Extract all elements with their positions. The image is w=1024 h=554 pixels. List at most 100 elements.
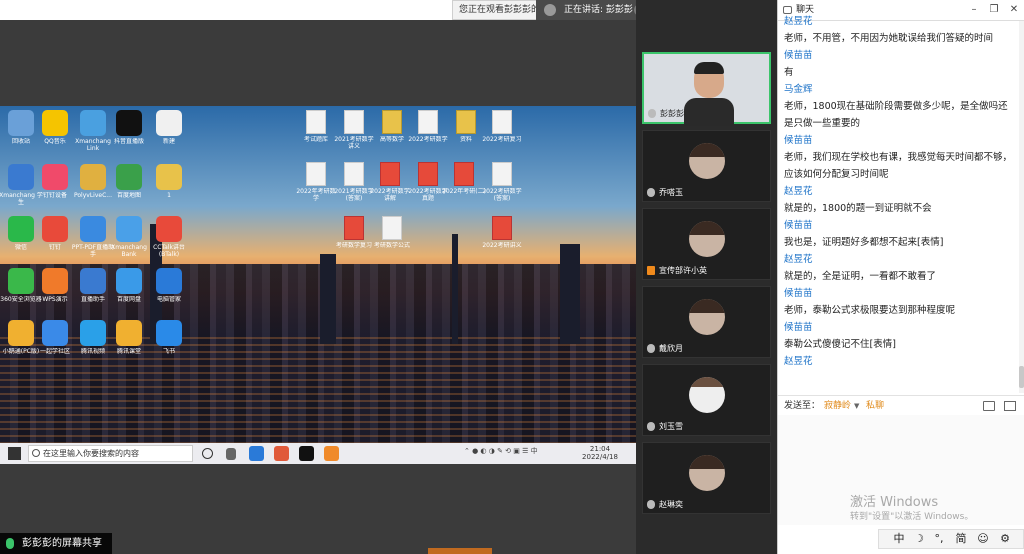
- moon-icon[interactable]: ☽: [911, 530, 927, 548]
- avatar: [689, 455, 725, 491]
- participant-name: 赵琳奕: [647, 499, 683, 510]
- video-tile[interactable]: 宣传部许小英: [642, 208, 771, 280]
- document-file-icon: [344, 162, 364, 186]
- video-tile[interactable]: 乔嗒玉: [642, 130, 771, 202]
- image-icon[interactable]: [1004, 401, 1016, 411]
- watermark-line2: 转到"设置"以激活 Windows。: [850, 512, 974, 522]
- chat-message-list[interactable]: 赵昱花 老师，不用管，不用因为她耽误给我们答疑的时间 候苗苗有马金辉 老师，1800现…: [778, 13, 1018, 385]
- chat-sender-name[interactable]: 赵昱花: [784, 353, 1012, 370]
- avatar: [689, 377, 725, 413]
- screen-share-area[interactable]: 您正在观看彭彭彭的屏 正在讲话: 彭彭彭 回收站 QQ音乐 Xmanchang Li…: [0, 0, 700, 554]
- desktop-icon-label: 1: [167, 192, 171, 199]
- taskbar-search-placeholder: 在这里输入你要搜索的内容: [43, 449, 139, 458]
- microphone-icon: [6, 538, 14, 549]
- windows-taskbar: 在这里输入你要搜索的内容 ⌃ ● ◐ ◑ ✎ ⟲ ▣ ☰ 中 21:04 202…: [0, 443, 636, 464]
- speaking-text: 正在讲话: 彭彭彭: [564, 5, 633, 15]
- desktop-app-icon: [42, 164, 68, 190]
- taskbar-app-icon: [274, 446, 289, 461]
- activate-windows-watermark: 激活 Windows 转到"设置"以激活 Windows。: [850, 495, 1020, 523]
- chat-message-text: 老师，不用管，不用因为她耽误给我们答疑的时间: [784, 33, 994, 44]
- document-file-icon: [306, 110, 326, 134]
- ime-language-toggle[interactable]: 中: [891, 530, 907, 548]
- taskbar-clock: 21:04 2022/4/18: [575, 445, 625, 461]
- desktop-app-icon: [42, 216, 68, 242]
- participant-name: 刘玉雪: [647, 421, 683, 432]
- system-tray: ⌃ ● ◐ ◑ ✎ ⟲ ▣ ☰ 中: [464, 447, 538, 455]
- shared-desktop-screenshot: 回收站 QQ音乐 Xmanchang Link 抖音直播版 新建 Xmanchang 学生…: [0, 106, 636, 464]
- taskbar-search-box: 在这里输入你要搜索的内容: [28, 445, 193, 462]
- microphone-icon: [647, 422, 655, 431]
- desktop-app-icon: [116, 110, 142, 136]
- desktop-app-icon: [42, 268, 68, 294]
- task-view-icon: [226, 448, 236, 460]
- desktop-app-icon: [8, 268, 34, 294]
- desktop-app-icon: [80, 268, 106, 294]
- folder-icon: [456, 110, 476, 134]
- private-chat-link[interactable]: 私聊: [866, 396, 884, 416]
- chat-sender-name[interactable]: 赵昱花: [784, 13, 1012, 30]
- chevron-down-icon[interactable]: ▼: [854, 396, 859, 416]
- document-file-icon: [492, 162, 512, 186]
- bottom-accent-strip: [428, 548, 492, 554]
- skyscraper: [320, 254, 336, 344]
- avatar: [689, 143, 725, 179]
- desktop-app-icon: [80, 110, 106, 136]
- chat-sender-name[interactable]: 候苗苗: [784, 319, 1012, 336]
- desktop-app-icon: [156, 216, 182, 242]
- taskbar-app-icon: [324, 446, 339, 461]
- chat-message-text: 老师，我们现在学校也有课，我感觉每天时间都不够，应该如何分配复习时间呢: [784, 152, 1013, 180]
- simplified-toggle[interactable]: 简: [953, 530, 969, 548]
- microphone-icon: [647, 500, 655, 509]
- desktop-icon-label: 电脑管家: [156, 296, 181, 303]
- gear-icon[interactable]: ⚙: [997, 530, 1013, 548]
- chat-message-text: 就是的，1800的题一到证明就不会: [784, 203, 932, 214]
- desktop-icon-label: Xmanchang Bank: [111, 244, 147, 258]
- desktop-icon-label: CCTalk讲台 (BTalk): [153, 244, 185, 258]
- video-tile[interactable]: 刘玉雪: [642, 364, 771, 436]
- scrollbar-thumb[interactable]: [1019, 366, 1024, 388]
- chat-sender-name[interactable]: 候苗苗: [784, 285, 1012, 302]
- video-tile[interactable]: 戴欣月: [642, 286, 771, 358]
- screen-share-label-text: 彭彭彭的屏幕共享: [22, 538, 102, 549]
- clock-date: 2022/4/18: [582, 453, 618, 461]
- microphone-icon: [647, 344, 655, 353]
- pdf-file-icon: [418, 162, 438, 186]
- chat-sender-name[interactable]: 候苗苗: [784, 217, 1012, 234]
- chat-sender-name[interactable]: 马金辉: [784, 81, 1012, 98]
- chat-sender-name[interactable]: 候苗苗: [784, 47, 1012, 64]
- chat-sender-name[interactable]: 赵昱花: [784, 251, 1012, 268]
- folder-icon[interactable]: [983, 401, 995, 411]
- video-tile-active-speaker[interactable]: 彭彭彭: [642, 52, 771, 126]
- desktop-file-label: 2022考研讲义: [482, 242, 522, 249]
- chat-message-text: 我也是，证明题好多都想不起来[表情]: [784, 237, 944, 248]
- desktop-app-icon: [80, 320, 106, 346]
- chat-message-text: 老师，1800现在基础阶段需要做多少呢，是全做吗还是只做一些重要的: [784, 101, 1008, 129]
- desktop-icon-label: 百度地图: [116, 192, 141, 199]
- desktop-icon-label: 抖音直播版: [113, 138, 144, 145]
- desktop-app-icon: [116, 164, 142, 190]
- tiktok-icon: [299, 446, 314, 461]
- chat-sender-name[interactable]: 候苗苗: [784, 132, 1012, 149]
- chat-message-text: 老师，泰勒公式求极限要达到那种程度呢: [784, 305, 956, 316]
- send-target-select[interactable]: 寂静岭: [824, 396, 851, 416]
- desktop-app-icon: [116, 320, 142, 346]
- pdf-file-icon: [344, 216, 364, 240]
- chat-message-text: 就是的，全是证明，一看都不敢看了: [784, 271, 937, 282]
- desktop-app-icon: [8, 320, 34, 346]
- document-file-icon: [306, 162, 326, 186]
- desktop-icon-label: 飞书: [162, 348, 175, 355]
- desktop-app-icon: [8, 216, 34, 242]
- chat-sender-name[interactable]: 赵昱花: [784, 183, 1012, 200]
- chat-message-text: 泰勒公式傻傻记不住[表情]: [784, 339, 896, 350]
- desktop-file-label: 2022考研数学(答案): [482, 188, 522, 202]
- chat-scrollbar[interactable]: [1019, 21, 1024, 393]
- microphone-icon: [647, 188, 655, 197]
- desktop-app-icon: [156, 164, 182, 190]
- document-file-icon: [344, 110, 364, 134]
- send-to-row: 发送至： 寂静岭 ▼ 私聊: [778, 395, 1024, 415]
- participant-video-column: 彭彭彭 乔嗒玉 宣传部许小英 戴欣月 刘玉雪 赵琳奕: [636, 0, 777, 554]
- punctuation-toggle[interactable]: °,: [931, 530, 947, 548]
- emoji-icon[interactable]: ☺: [975, 530, 991, 548]
- video-tile[interactable]: 赵琳奕: [642, 442, 771, 514]
- pdf-file-icon: [454, 162, 474, 186]
